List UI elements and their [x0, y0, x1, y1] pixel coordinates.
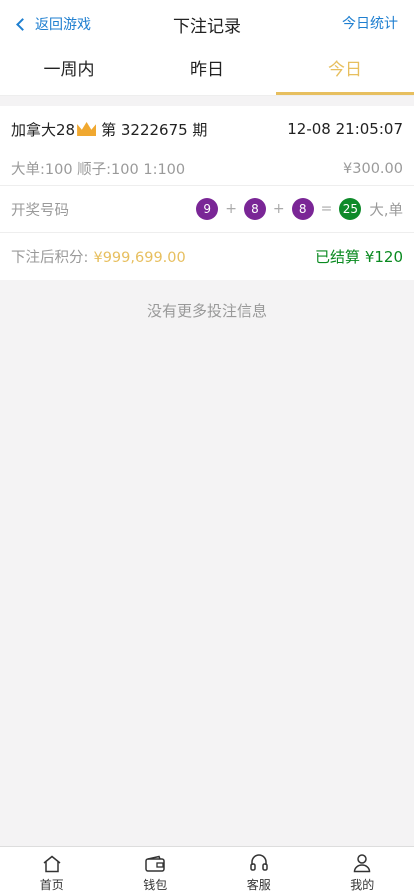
points-label: 下注后积分:	[11, 250, 89, 266]
draw-label: 开奖号码	[11, 202, 69, 219]
headset-icon	[250, 854, 268, 871]
settled-status: 已结算 ¥120	[315, 248, 403, 266]
tab-yesterday[interactable]: 昨日	[138, 48, 276, 95]
bet-detail: 大单:100 顺子:100 1:100	[11, 162, 186, 178]
draw-ball: 9	[196, 198, 219, 220]
plus-sign: +	[272, 201, 285, 217]
wallet-icon	[145, 855, 165, 872]
tabbar-home[interactable]: 首页	[0, 847, 104, 896]
bet-datetime: 12-08 21:05:07	[287, 120, 403, 138]
top-nav-bar: 返回游戏 下注记录 今日统计	[0, 0, 414, 48]
points-value: ¥999,699.00	[93, 250, 186, 266]
draw-ball: 8	[243, 198, 266, 220]
tab-week[interactable]: 一周内	[0, 48, 138, 95]
draw-result-row: 开奖号码 9 + 8 + 8 = 25 大,单	[0, 186, 414, 233]
bet-amount: ¥300.00	[343, 160, 403, 177]
equal-sign: =	[320, 201, 333, 217]
date-filter-tabs: 一周内 昨日 今日	[0, 48, 414, 96]
tabbar-wallet[interactable]: 钱包	[104, 847, 208, 896]
bet-header-row: 加拿大28 第 3222675 期 12-08 21:05:07	[0, 106, 414, 152]
tabbar-label: 客服	[246, 878, 271, 892]
bet-record-card: 加拿大28 第 3222675 期 12-08 21:05:07 大单:100 …	[0, 106, 414, 280]
home-icon	[43, 855, 61, 873]
tabbar-service[interactable]: 客服	[207, 847, 311, 896]
points-info: 下注后积分: ¥999,699.00	[11, 246, 186, 267]
crown-icon	[77, 122, 97, 136]
tabbar-label: 首页	[39, 878, 64, 892]
tabbar-mine[interactable]: 我的	[311, 847, 414, 896]
no-more-message: 没有更多投注信息	[146, 302, 267, 320]
draw-balls: 9 + 8 + 8 = 25 大,单	[192, 198, 403, 220]
draw-result: 大,单	[369, 202, 403, 219]
tabbar-label: 钱包	[143, 878, 168, 892]
plus-sign: +	[225, 201, 237, 217]
tab-today[interactable]: 今日	[276, 48, 414, 95]
points-row: 下注后积分: ¥999,699.00 已结算 ¥120	[0, 233, 414, 280]
draw-ball: 8	[291, 198, 314, 220]
bottom-tab-bar: 首页 钱包 客服 我的	[0, 846, 414, 896]
bet-detail-row: 大单:100 顺子:100 1:100 ¥300.00	[0, 152, 414, 186]
lottery-name: 加拿大28	[11, 120, 76, 139]
period-number: 第 3222675 期	[101, 120, 208, 139]
user-icon	[353, 854, 371, 873]
page-title: 下注记录	[173, 16, 241, 37]
draw-sum-ball: 25	[339, 198, 362, 220]
lottery-info: 加拿大28 第 3222675 期	[11, 119, 207, 140]
back-label: 返回游戏	[35, 17, 91, 33]
today-stats-button[interactable]: 今日统计	[342, 0, 398, 48]
chevron-left-icon	[16, 17, 29, 31]
back-to-game-button[interactable]: 返回游戏	[14, 0, 91, 48]
tabbar-label: 我的	[350, 878, 375, 892]
